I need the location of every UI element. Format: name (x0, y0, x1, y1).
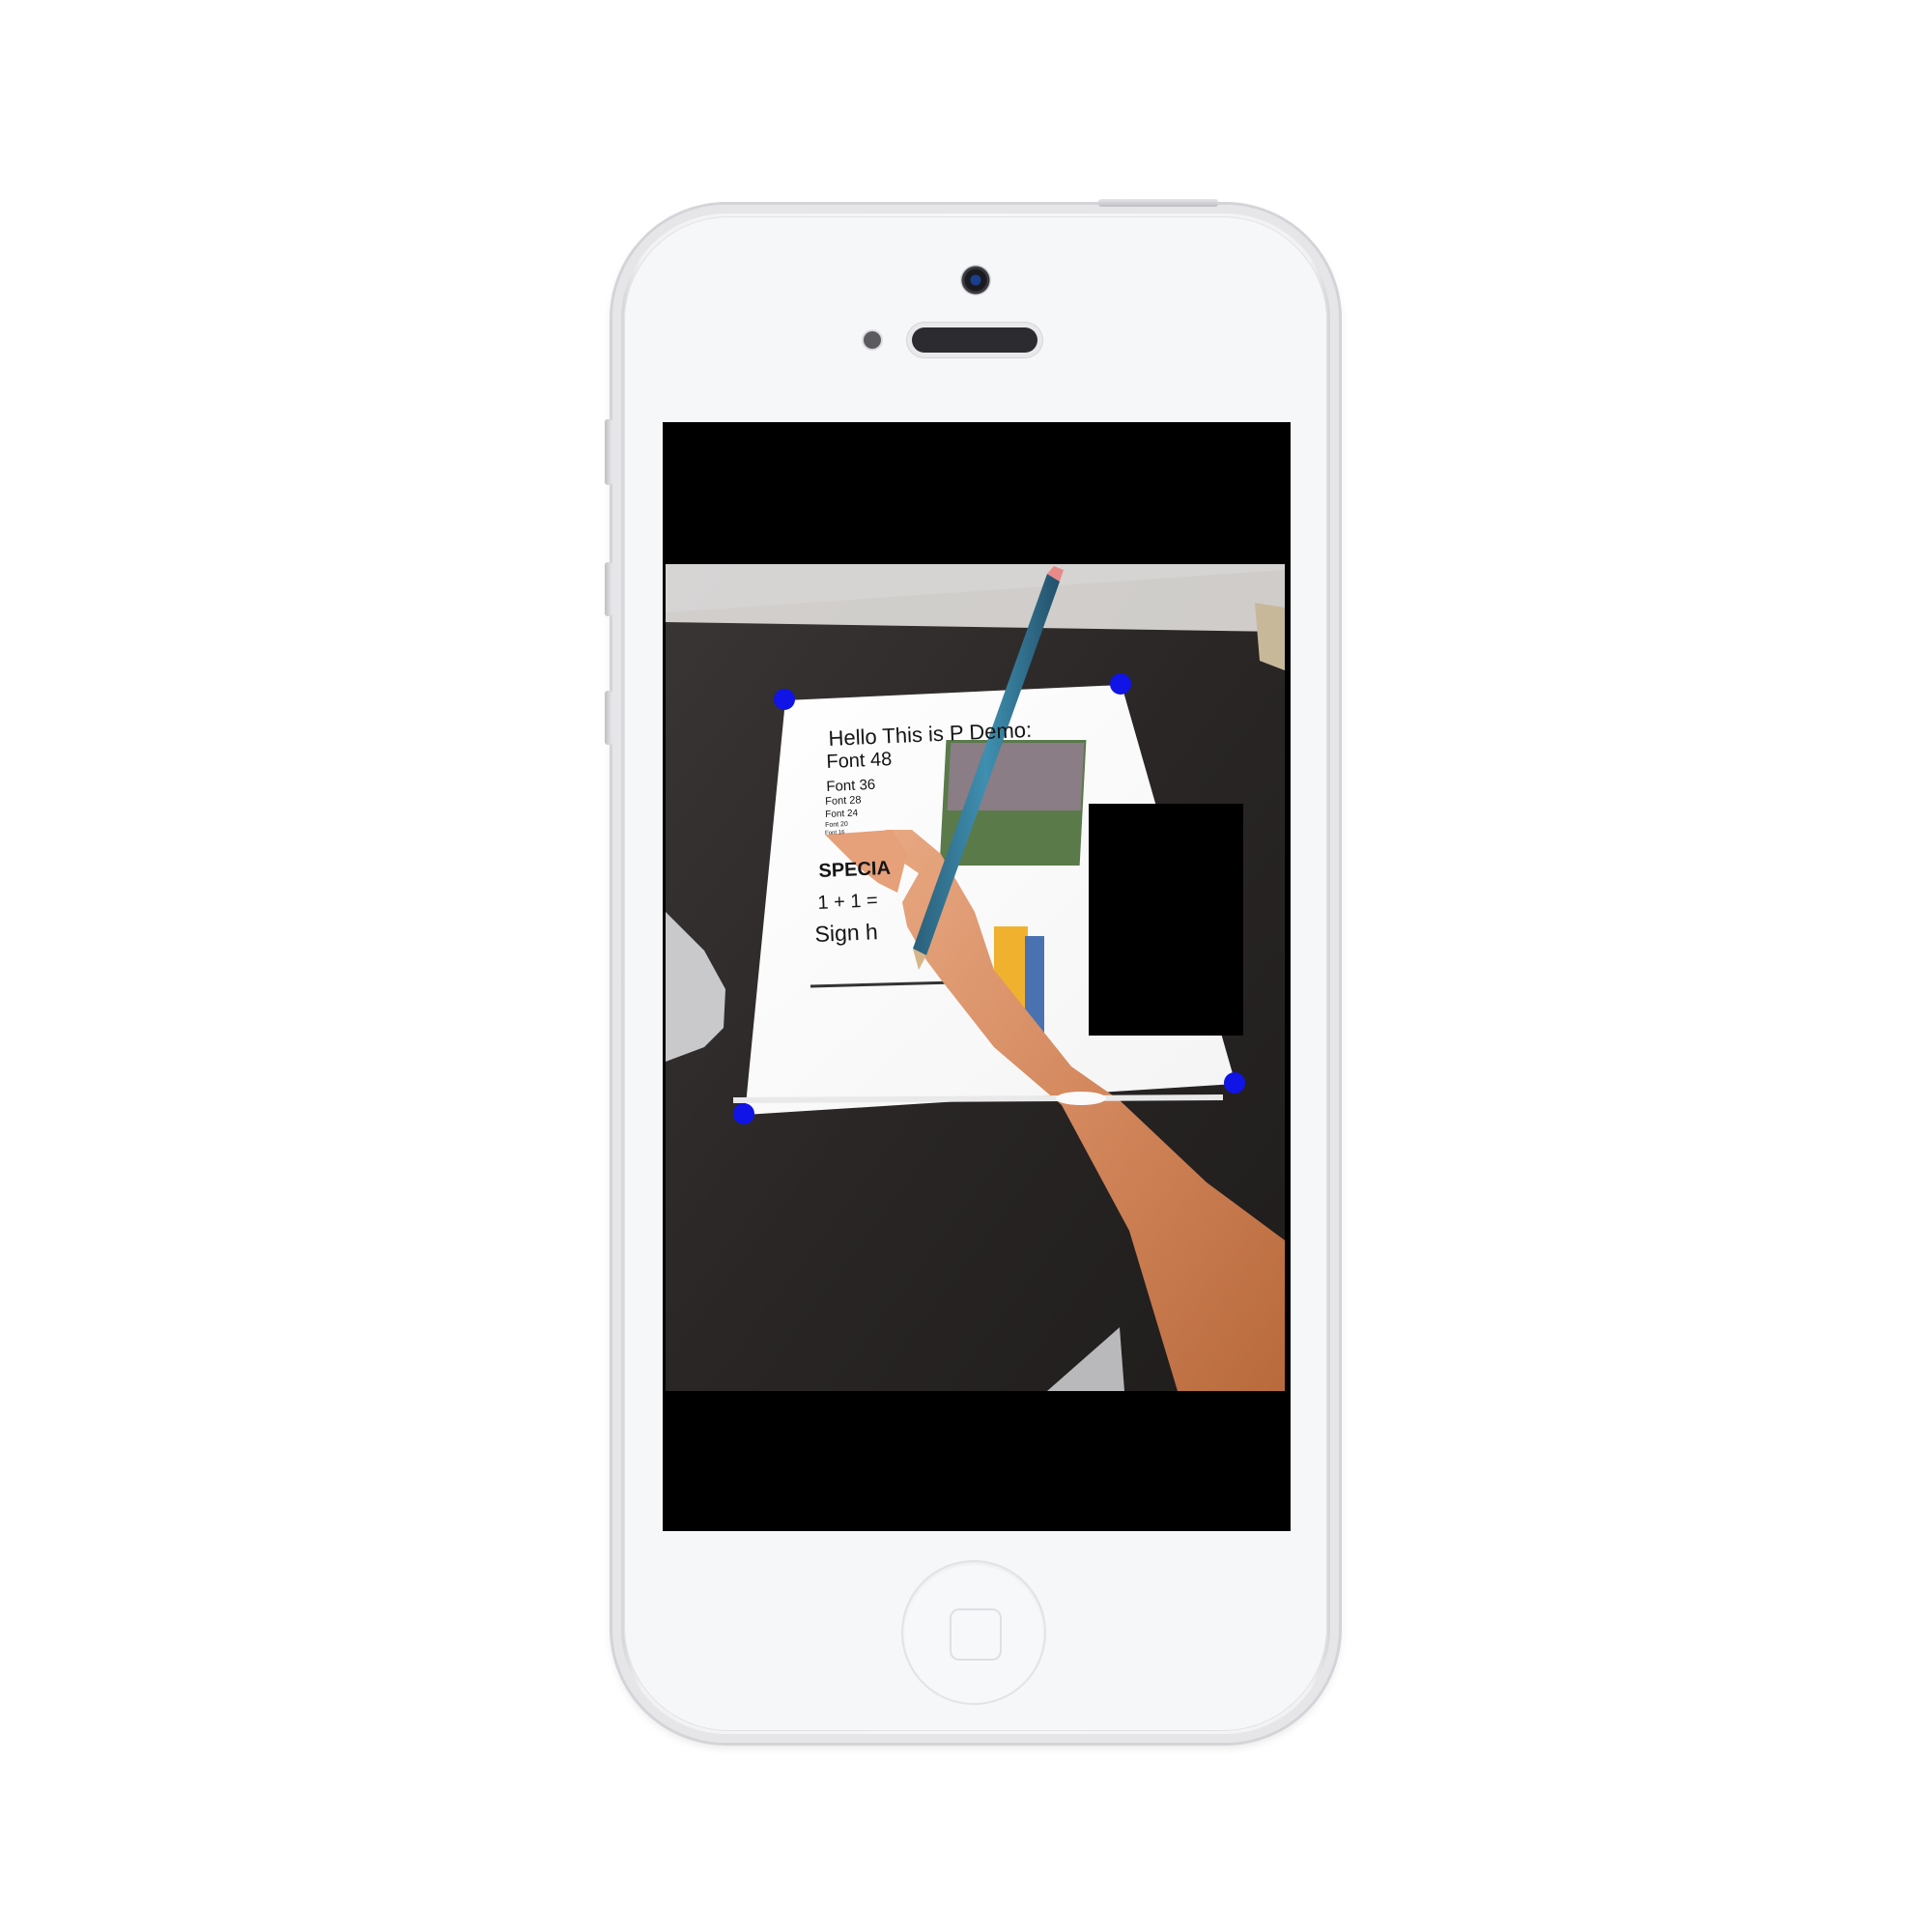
corner-handle-top-left[interactable] (774, 689, 795, 710)
doc-line-font28: Font 28 (825, 794, 862, 808)
app-screen: Hello This is P Demo: Font 48 Font 36 Fo… (663, 422, 1291, 1531)
doc-sign: Sign h (814, 919, 879, 947)
power-button (1098, 199, 1218, 207)
doc-line-font16: Font 16 (825, 830, 845, 837)
speaker-grille-icon (912, 327, 1037, 353)
doc-equation: 1 + 1 = (817, 890, 879, 914)
volume-up-button (605, 562, 612, 616)
doc-line-font36: Font 36 (826, 776, 876, 795)
volume-down-button (605, 691, 612, 745)
doc-line-font48: Font 48 (826, 749, 893, 773)
doc-line-font20: Font 20 (825, 820, 849, 829)
corner-handle-bottom-right[interactable] (1224, 1072, 1245, 1094)
proximity-sensor (864, 331, 881, 349)
doc-special: SPECIA (818, 857, 892, 882)
mute-switch (605, 419, 612, 485)
home-square-icon (950, 1608, 1002, 1661)
front-camera-icon (960, 265, 991, 296)
redaction-box (1089, 804, 1243, 1036)
camera-preview[interactable]: Hello This is P Demo: Font 48 Font 36 Fo… (666, 564, 1285, 1391)
corner-handle-top-right[interactable] (1110, 673, 1131, 695)
home-button-icon[interactable] (903, 1562, 1044, 1703)
doc-line-font24: Font 24 (825, 808, 859, 820)
corner-handle-bottom-left[interactable] (733, 1103, 754, 1124)
